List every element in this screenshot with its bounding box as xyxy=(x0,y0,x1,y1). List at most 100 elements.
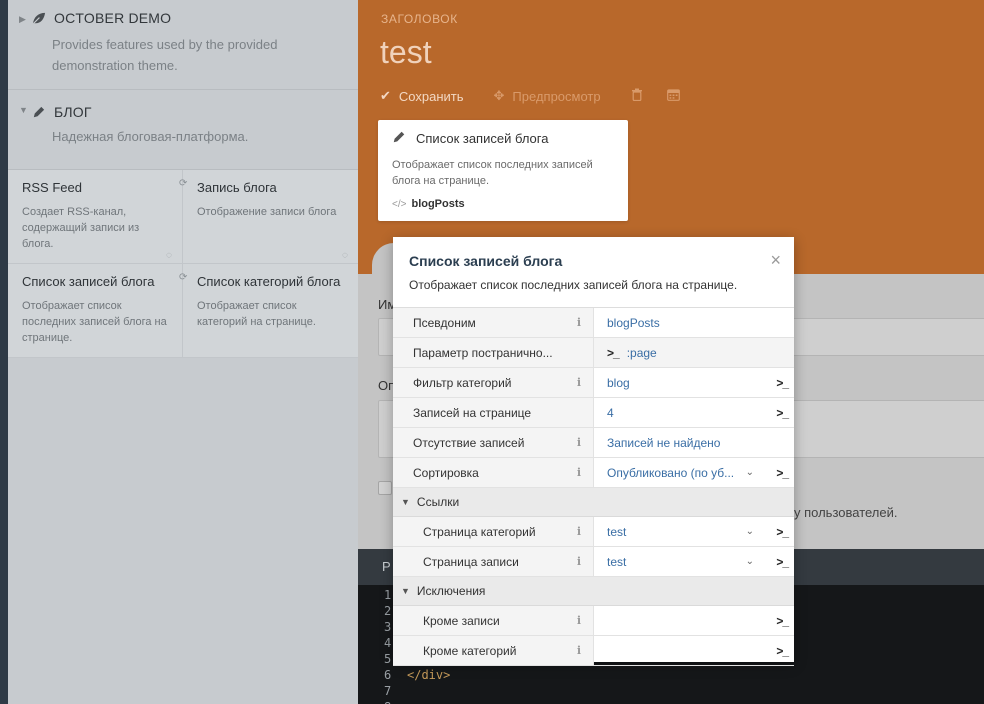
terminal-icon: >_ xyxy=(607,345,620,360)
group-label: Ссылки xyxy=(416,495,460,509)
close-icon[interactable]: × xyxy=(770,250,781,271)
plugin-october-demo[interactable]: ▶ OCTOBER DEMO Provides features used by… xyxy=(8,0,358,90)
page-title-input[interactable]: test xyxy=(380,34,432,71)
plugin-title: БЛОГ xyxy=(54,104,92,120)
except-post-input[interactable]: >_ xyxy=(594,606,794,635)
pagination-param-input[interactable]: >_:page xyxy=(594,338,794,367)
info-icon[interactable]: i xyxy=(577,466,581,479)
info-icon[interactable]: i xyxy=(577,614,581,627)
drag-handle-icon: ◌ xyxy=(342,250,348,261)
component-description: Отображает список последних записей блог… xyxy=(22,300,167,344)
post-page-select[interactable]: test ⌄ >_ xyxy=(594,547,794,576)
no-posts-message-input[interactable]: Записей не найдено xyxy=(594,428,794,457)
property-row: Страница категорий i test ⌄ >_ xyxy=(393,517,794,547)
component-description: Отображает список категорий на странице. xyxy=(197,300,316,328)
component-description: Отображение записи блога xyxy=(197,206,337,218)
card-description: Отображает список последних записей блог… xyxy=(392,159,593,187)
trash-icon xyxy=(631,88,643,104)
group-label: Исключения xyxy=(416,584,486,598)
chevron-down-icon: ▼ xyxy=(401,497,410,507)
terminal-icon[interactable]: >_ xyxy=(776,406,789,420)
delete-button[interactable] xyxy=(631,88,643,104)
check-icon: ✔ xyxy=(380,88,391,103)
page-header: ЗАГОЛОВОК test ✔ Сохранить ✥ Предпросмот… xyxy=(358,0,984,274)
checkbox-label: у пользователей. xyxy=(794,505,898,520)
preview-button[interactable]: ✥ Предпросмотр xyxy=(494,88,601,104)
drag-handle-icon: ◌ xyxy=(166,250,172,261)
plugin-description: Provides features used by the provided d… xyxy=(52,37,278,73)
card-title: Список записей блога xyxy=(416,131,549,146)
group-links[interactable]: ▼ Ссылки xyxy=(393,488,794,517)
link-icon: ⟳ xyxy=(179,178,188,189)
property-label: Записей на странице xyxy=(413,405,532,420)
chevron-down-icon: ⌄ xyxy=(745,526,754,537)
component-blog-posts[interactable]: Список записей блога Отображает список п… xyxy=(8,264,183,358)
info-icon[interactable]: i xyxy=(577,644,581,657)
component-title: Список записей блога xyxy=(22,274,155,289)
crosshair-icon: ✥ xyxy=(493,88,505,103)
category-filter-input[interactable]: blog >_ xyxy=(594,368,794,397)
sort-order-select[interactable]: Опубликовано (по уб... ⌄ >_ xyxy=(594,458,794,487)
property-row: Кроме записи i >_ xyxy=(393,606,794,636)
component-rss-feed[interactable]: RSS Feed Создает RSS-канал, содержащий з… xyxy=(8,170,183,264)
info-icon[interactable]: i xyxy=(577,316,581,329)
property-label: Фильтр категорий xyxy=(413,375,512,390)
component-title: Список категорий блога xyxy=(197,274,341,289)
collapse-caret-icon[interactable]: ▼ xyxy=(19,105,28,115)
property-table: Псевдоним i blogPosts Параметр постраничн… xyxy=(393,307,794,666)
property-row: Псевдоним i blogPosts xyxy=(393,308,794,338)
alias-input[interactable]: blogPosts xyxy=(594,308,794,337)
group-exceptions[interactable]: ▼ Исключения xyxy=(393,577,794,606)
info-icon[interactable]: i xyxy=(577,525,581,538)
property-row: Записей на странице 4 >_ xyxy=(393,398,794,428)
info-icon[interactable]: i xyxy=(577,436,581,449)
preview-label: Предпросмотр xyxy=(512,88,601,104)
chevron-down-icon: ▼ xyxy=(401,586,410,596)
code-icon: </> xyxy=(392,198,407,210)
schedule-button[interactable] xyxy=(666,88,680,104)
property-label: Кроме категорий xyxy=(423,643,517,658)
link-icon: ⟳ xyxy=(179,272,188,283)
property-row: Параметр постранично... >_:page xyxy=(393,338,794,368)
hidden-checkbox[interactable] xyxy=(378,481,392,495)
components-sidebar: ▶ OCTOBER DEMO Provides features used by… xyxy=(8,0,358,704)
chevron-down-icon: ⌄ xyxy=(745,556,754,567)
category-page-select[interactable]: test ⌄ >_ xyxy=(594,517,794,546)
plugin-title: OCTOBER DEMO xyxy=(54,10,172,26)
property-row: Кроме категорий i >_ xyxy=(393,636,794,666)
property-row: Страница записи i test ⌄ >_ xyxy=(393,547,794,577)
save-button[interactable]: ✔ Сохранить xyxy=(380,88,464,104)
terminal-icon[interactable]: >_ xyxy=(776,614,789,628)
card-alias: blogPosts xyxy=(411,198,465,210)
component-title: RSS Feed xyxy=(22,180,82,195)
property-label: Отсутствие записей xyxy=(413,435,525,450)
component-blog-post[interactable]: ⟳ Запись блога Отображение записи блога … xyxy=(179,170,358,264)
component-description: Создает RSS-канал, содержащий записи из … xyxy=(22,206,140,250)
placed-component-card[interactable]: Список записей блога Отображает список п… xyxy=(378,120,628,221)
plugin-blog[interactable]: ▼ БЛОГ Надежная блоговая-платформа. xyxy=(8,90,358,170)
plugin-description: Надежная блоговая-платформа. xyxy=(52,129,249,144)
info-icon[interactable]: i xyxy=(577,555,581,568)
component-title: Запись блога xyxy=(197,180,277,195)
property-label: Кроме записи xyxy=(423,613,500,628)
markup-tab-label[interactable]: Р xyxy=(382,559,391,574)
pencil-icon xyxy=(30,104,46,120)
leaf-icon xyxy=(30,10,46,26)
property-label: Параметр постранично... xyxy=(413,345,553,360)
expand-caret-icon[interactable]: ▶ xyxy=(19,14,26,25)
component-blog-categories[interactable]: ⟳ Список категорий блога Отображает спис… xyxy=(179,264,358,358)
pencil-icon xyxy=(392,130,406,147)
terminal-icon[interactable]: >_ xyxy=(776,466,789,480)
terminal-icon[interactable]: >_ xyxy=(776,525,789,539)
code-line: </div> xyxy=(407,668,451,682)
line-numbers: 1 2 3 4 5 6 7 8 xyxy=(384,588,392,704)
posts-per-page-input[interactable]: 4 >_ xyxy=(594,398,794,427)
info-icon[interactable]: i xyxy=(577,376,581,389)
property-label: Страница категорий xyxy=(423,524,536,539)
save-label: Сохранить xyxy=(398,88,464,104)
terminal-icon[interactable]: >_ xyxy=(776,644,789,658)
terminal-icon[interactable]: >_ xyxy=(776,555,789,569)
inspector-description: Отображает список последних записей блог… xyxy=(409,278,738,292)
except-categories-input[interactable]: >_ xyxy=(594,636,794,665)
terminal-icon[interactable]: >_ xyxy=(776,376,789,390)
